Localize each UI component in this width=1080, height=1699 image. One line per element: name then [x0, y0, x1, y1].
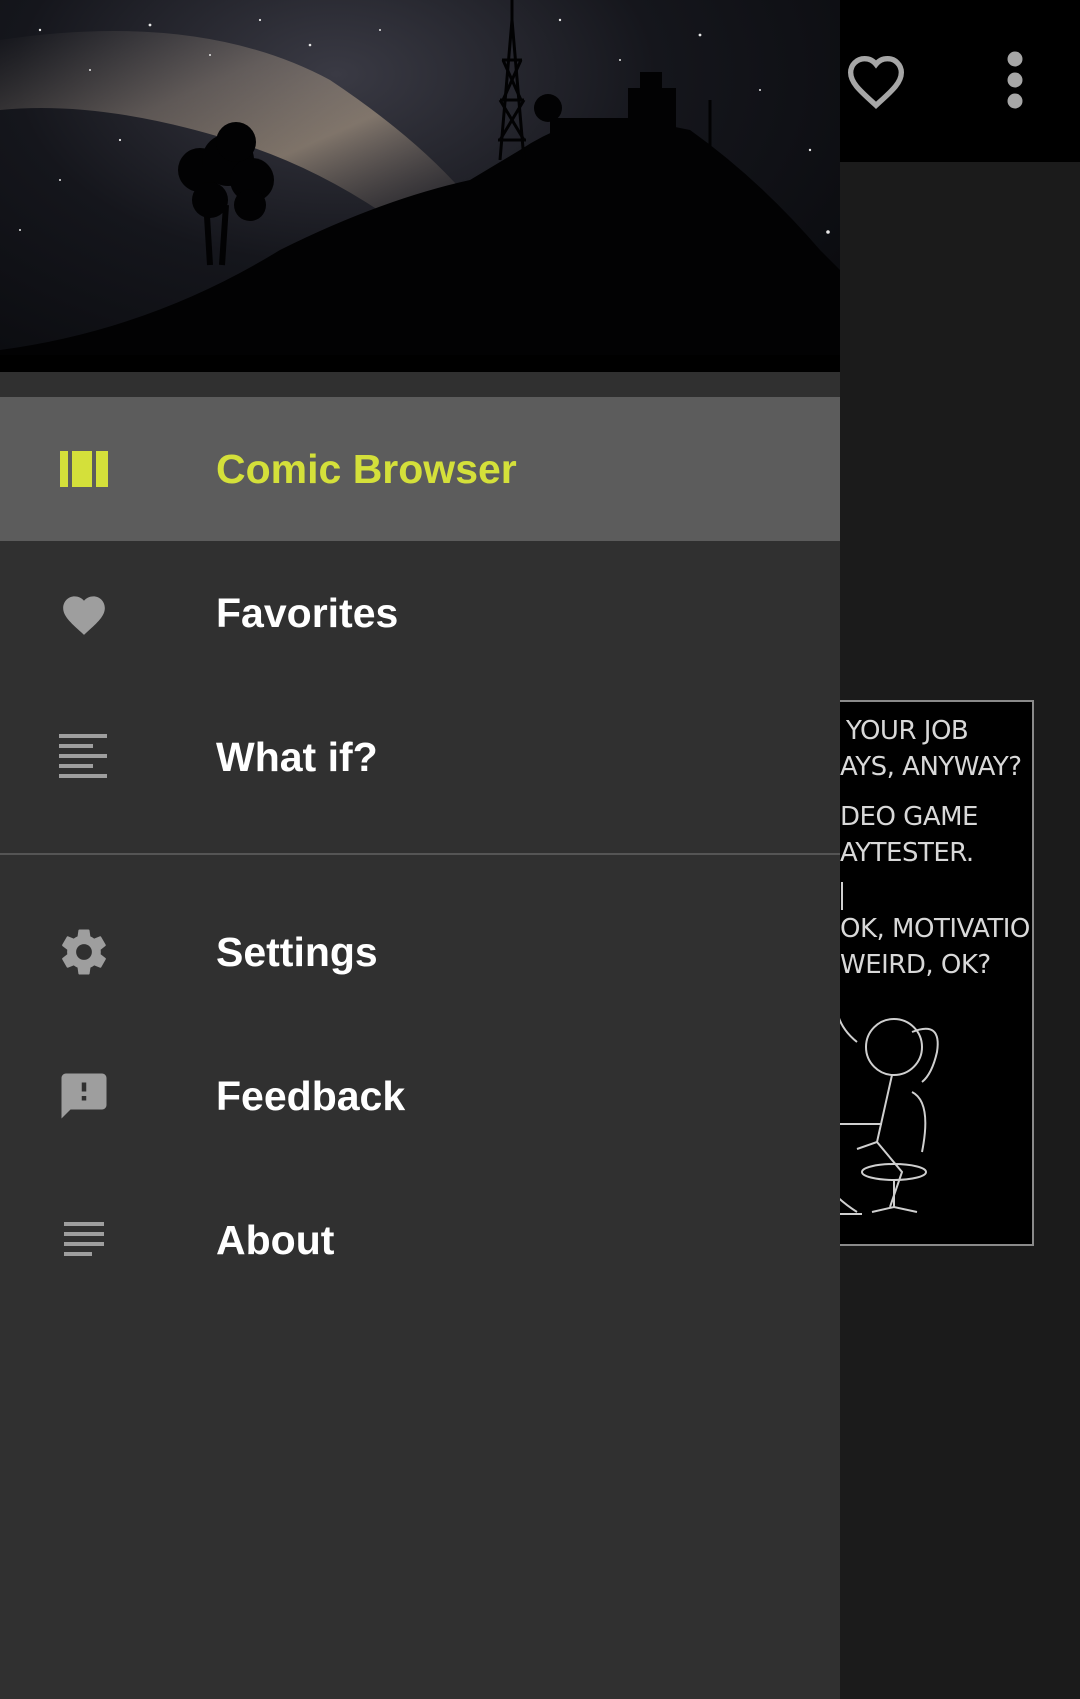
nav-label: About	[216, 1217, 335, 1263]
favorite-outline-button[interactable]	[836, 40, 916, 120]
feedback-icon	[56, 1072, 112, 1120]
heart-outline-icon	[847, 55, 905, 109]
nav-item-settings[interactable]: Settings	[0, 880, 840, 1024]
drawer-divider	[0, 853, 840, 855]
heart-icon	[56, 589, 112, 637]
nav-label: Feedback	[216, 1073, 406, 1119]
more-options-button[interactable]	[975, 40, 1055, 120]
nav-item-comic-browser[interactable]: Comic Browser	[0, 397, 840, 541]
night-sky-hill-illustration	[0, 0, 840, 372]
navigation-drawer: Comic Browser Favorites What if? Setting…	[0, 0, 840, 1699]
comic-browser-icon	[56, 445, 112, 493]
article-lines-icon	[56, 733, 112, 781]
notes-icon	[56, 1216, 112, 1264]
nav-item-feedback[interactable]: Feedback	[0, 1024, 840, 1168]
nav-item-what-if[interactable]: What if?	[0, 685, 840, 829]
gear-icon	[56, 928, 112, 976]
nav-label: Comic Browser	[216, 446, 517, 492]
nav-label: Settings	[216, 929, 378, 975]
more-vert-icon	[1007, 51, 1023, 109]
nav-item-about[interactable]: About	[0, 1168, 840, 1312]
nav-item-favorites[interactable]: Favorites	[0, 541, 840, 685]
nav-label: Favorites	[216, 590, 399, 636]
nav-label: What if?	[216, 734, 378, 780]
drawer-header-image	[0, 0, 840, 372]
